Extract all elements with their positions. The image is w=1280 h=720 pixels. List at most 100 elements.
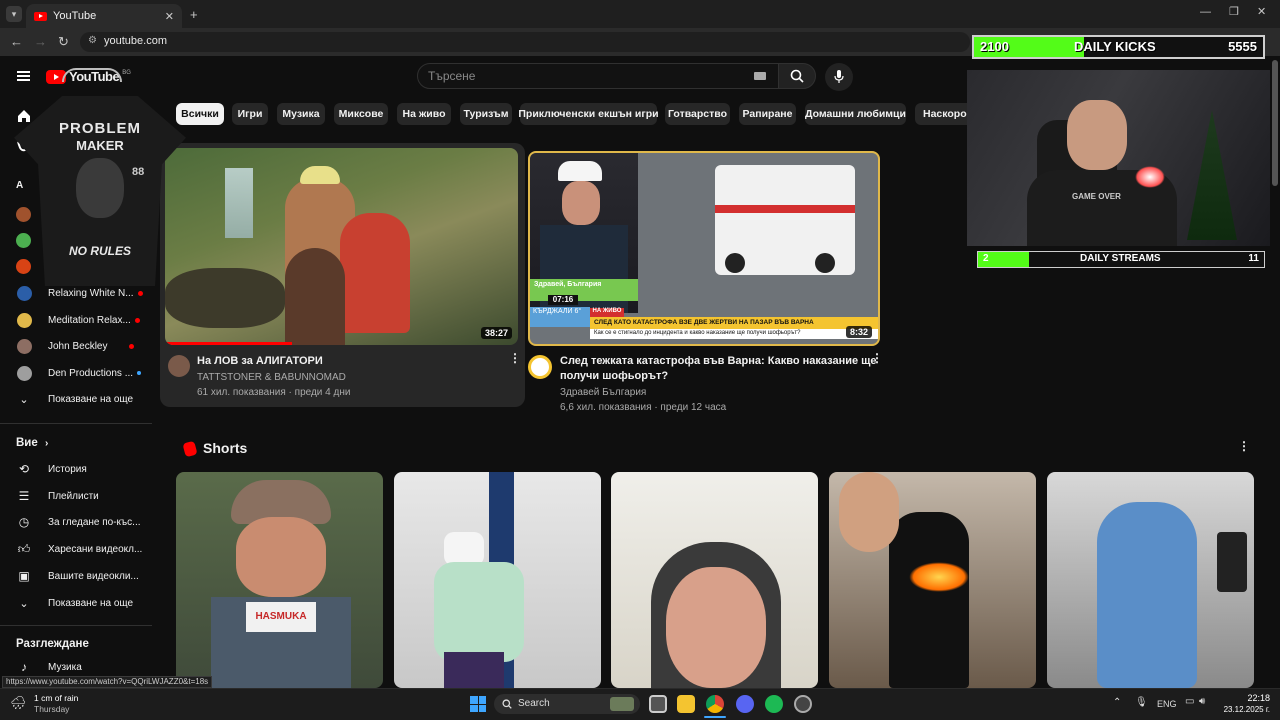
- restore-icon[interactable]: ❐: [1229, 7, 1239, 18]
- chip-tourism[interactable]: Туризъм: [460, 103, 512, 125]
- voice-search-button[interactable]: [825, 63, 853, 91]
- search-button[interactable]: [778, 63, 816, 89]
- task-view-icon[interactable]: [649, 695, 667, 713]
- short-card-5[interactable]: [1047, 472, 1254, 688]
- daily-streams-label: DAILY STREAMS: [1080, 253, 1161, 264]
- short-card-3[interactable]: [611, 472, 818, 688]
- close-tab-icon[interactable]: ✕: [165, 10, 174, 23]
- sidebar-subscription-john-beckley[interactable]: John Beckley: [0, 333, 152, 359]
- sidebar-subscription-meditation-relax[interactable]: Meditation Relax...: [0, 307, 152, 333]
- browser-tab-bar: ▾ YouTube ✕ + — ❐ ✕: [0, 0, 1280, 28]
- sidebar-divider: [0, 625, 152, 626]
- file-explorer-icon[interactable]: [677, 695, 695, 713]
- chip-recently[interactable]: Наскоро к: [915, 103, 975, 125]
- short-card-2[interactable]: [394, 472, 601, 688]
- sidebar-item-playlists[interactable]: ☰ Плейлисти: [0, 483, 152, 509]
- daily-streams-current: 2: [983, 253, 989, 264]
- search-input[interactable]: Търсене: [417, 63, 779, 89]
- steam-icon[interactable]: [794, 695, 812, 713]
- subscription-avatar[interactable]: [16, 207, 31, 222]
- channel-avatar[interactable]: [168, 355, 190, 377]
- site-info-icon[interactable]: ⚙: [88, 35, 97, 46]
- sidebar-show-more-subscriptions[interactable]: ⌄ Показване на още: [0, 386, 152, 412]
- chip-mixes[interactable]: Миксове: [334, 103, 388, 125]
- history-icon: ⟲: [18, 462, 30, 476]
- forward-icon[interactable]: →: [34, 35, 47, 48]
- weather-icon[interactable]: 🌧︎: [10, 695, 27, 711]
- home-icon[interactable]: [16, 109, 32, 123]
- weather-summary[interactable]: 1 cm of rain: [34, 693, 78, 703]
- chip-rap[interactable]: Рапиране: [739, 103, 796, 125]
- browser-tab-youtube[interactable]: YouTube ✕: [26, 4, 182, 28]
- taskbar-time[interactable]: 22:18: [1222, 693, 1270, 703]
- close-window-icon[interactable]: ✕: [1257, 7, 1266, 18]
- back-icon[interactable]: ←: [10, 35, 23, 48]
- menu-icon[interactable]: [17, 71, 30, 81]
- chevron-down-icon: ⌄: [19, 597, 29, 610]
- sidebar-subscription-den-productions[interactable]: Den Productions ...: [0, 360, 152, 386]
- chip-action-adventure-games[interactable]: Приключенски екшън игри: [518, 103, 659, 125]
- clock-icon: ◷: [18, 515, 30, 529]
- minimize-icon[interactable]: —: [1200, 7, 1211, 18]
- microphone-tray-icon[interactable]: 🎙︎: [1135, 697, 1148, 708]
- chip-live[interactable]: На живо: [397, 103, 451, 125]
- chip-games[interactable]: Игри: [232, 103, 268, 125]
- sidebar-item-liked-videos[interactable]: 👍︎ Харесани видеокл...: [0, 536, 152, 562]
- subscription-label: Den Productions ...: [48, 367, 134, 379]
- avatar-costume-shape: [1097, 502, 1197, 688]
- start-button-icon[interactable]: [470, 696, 486, 712]
- tshirt-print-line-1: PROBLEM: [59, 120, 141, 137]
- short-card-1[interactable]: HASMUKA: [176, 472, 383, 688]
- tab-list-icon[interactable]: ▾: [6, 6, 22, 22]
- video-thumbnail-varna-crash[interactable]: Здравей, България 07:16 КЪРДЖАЛИ 6° НА Ж…: [528, 151, 880, 346]
- discord-icon[interactable]: [736, 695, 754, 713]
- alligator-shape: [165, 268, 285, 328]
- live-dot-icon: [129, 343, 135, 349]
- more-options-icon[interactable]: ⋮: [509, 352, 521, 364]
- video-title-line-1[interactable]: След тежката катастрофа във Варна: Какво…: [560, 354, 877, 369]
- video-channel[interactable]: Здравей България: [560, 385, 646, 400]
- sidebar-item-watch-later[interactable]: ◷ За гледане по-къс...: [0, 509, 152, 535]
- subscription-avatar[interactable]: [16, 233, 31, 248]
- sidebar-item-your-videos[interactable]: ▣ Вашите видеокли...: [0, 563, 152, 589]
- network-icon[interactable]: ▭: [1185, 696, 1194, 707]
- taskbar-search-box[interactable]: Search: [494, 694, 640, 714]
- short-card-4[interactable]: [829, 472, 1036, 688]
- taskbar-date[interactable]: 23.12.2025 г.: [1214, 705, 1270, 714]
- chip-music[interactable]: Музика: [277, 103, 325, 125]
- sidebar-item-label: Музика: [48, 661, 82, 673]
- shoe-shape: [889, 512, 969, 688]
- search-icon: [790, 69, 804, 83]
- subscription-avatar[interactable]: [16, 259, 31, 274]
- new-tab-icon[interactable]: +: [190, 8, 198, 21]
- video-title-line-2[interactable]: получи шофьорът?: [560, 369, 668, 384]
- thumb-clock: 07:16: [548, 295, 578, 305]
- chip-pets[interactable]: Домашни любимци: [805, 103, 906, 125]
- video-channel[interactable]: TATTSTONER & BABUNNOMAD: [197, 370, 346, 385]
- spotify-icon[interactable]: [765, 695, 783, 713]
- reload-icon[interactable]: ↻: [58, 35, 69, 48]
- language-indicator[interactable]: ENG: [1157, 699, 1177, 709]
- chevron-right-icon: ›: [44, 438, 49, 449]
- tshirt-print-number: 88: [132, 166, 145, 178]
- thumb-headline: СЛЕД КАТО КАТАСТРОФА ВЗЕ ДВЕ ЖЕРТВИ НА П…: [590, 317, 878, 329]
- chip-all[interactable]: Всички: [176, 103, 224, 125]
- channel-avatar[interactable]: [528, 355, 552, 379]
- subscriptions-heading-fragment: A: [16, 180, 24, 191]
- url-field[interactable]: ⚙ youtube.com: [80, 32, 970, 52]
- show-hidden-icons-icon[interactable]: ⌃: [1113, 697, 1121, 708]
- hand-shape: [839, 472, 899, 552]
- shorts-more-options-icon[interactable]: ⋮: [1238, 440, 1250, 452]
- keyboard-icon[interactable]: [754, 72, 766, 80]
- sidebar-item-history[interactable]: ⟲ История: [0, 456, 152, 482]
- video-thumbnail-alligators[interactable]: 38:27: [165, 148, 518, 345]
- sidebar-show-more-you[interactable]: ⌄ Показване на още: [0, 590, 152, 616]
- volume-icon[interactable]: 🔊︎: [1199, 696, 1205, 707]
- chip-cooking[interactable]: Готварство: [665, 103, 730, 125]
- sidebar-you-heading[interactable]: Вие ›: [16, 437, 48, 449]
- more-options-icon[interactable]: ⋮: [871, 352, 883, 364]
- police-cap-shape: [558, 161, 602, 181]
- chrome-icon[interactable]: [706, 695, 724, 713]
- page-scrollbar-thumb[interactable]: [1272, 60, 1278, 186]
- video-title[interactable]: На ЛОВ за АЛИГАТОРИ: [197, 354, 323, 369]
